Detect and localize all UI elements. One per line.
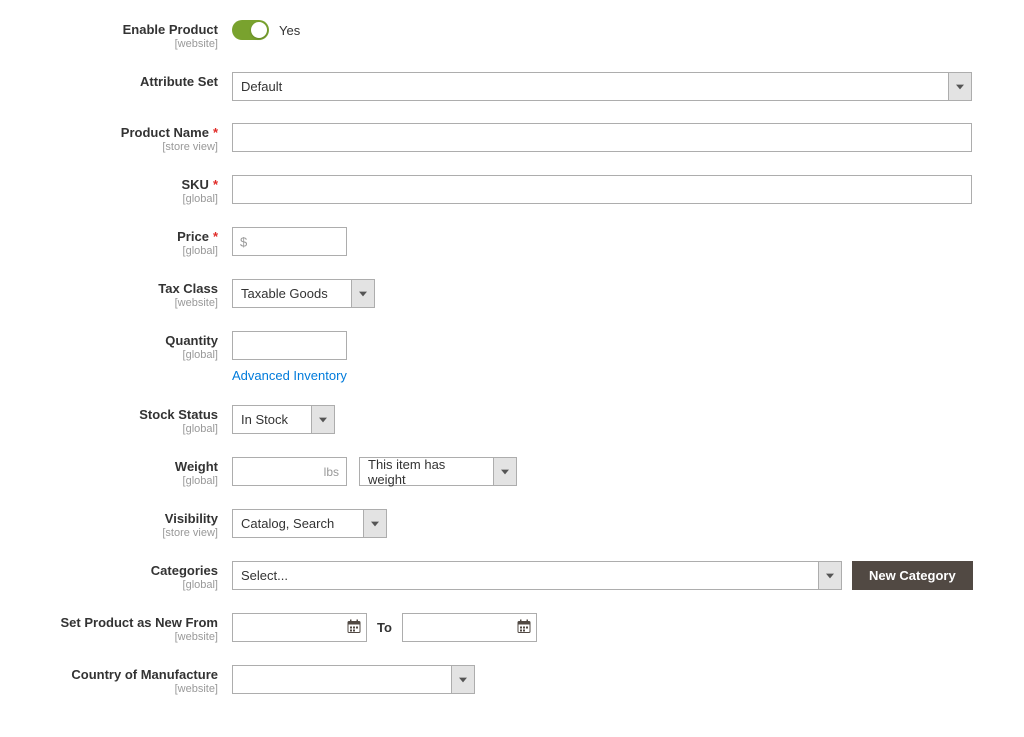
new-category-button[interactable]: New Category [852, 561, 973, 590]
label-text: Quantity [165, 333, 218, 348]
categories-select[interactable]: Select... [232, 561, 842, 590]
stock-status-select[interactable]: In Stock [232, 405, 335, 434]
scope-text: [global] [40, 193, 218, 205]
chevron-down-icon[interactable] [312, 405, 335, 434]
label-quantity: Quantity [global] [40, 331, 232, 361]
scope-text: [website] [40, 38, 218, 50]
label-text: SKU [181, 177, 208, 192]
chevron-down-icon[interactable] [452, 665, 475, 694]
scope-text: [global] [40, 475, 218, 487]
weight-unit: lbs [324, 465, 339, 479]
label-weight: Weight [global] [40, 457, 232, 487]
visibility-value: Catalog, Search [232, 509, 364, 538]
label-text: Visibility [165, 511, 218, 526]
tax-class-value: Taxable Goods [232, 279, 352, 308]
label-country: Country of Manufacture [website] [40, 665, 232, 695]
label-text: Country of Manufacture [71, 667, 218, 682]
label-stock-status: Stock Status [global] [40, 405, 232, 435]
attribute-set-select[interactable]: Default [232, 72, 972, 101]
label-text: Stock Status [139, 407, 218, 422]
scope-text: [store view] [40, 141, 218, 153]
label-visibility: Visibility [store view] [40, 509, 232, 539]
weight-option-value: This item has weight [359, 457, 494, 486]
tax-class-select[interactable]: Taxable Goods [232, 279, 375, 308]
toggle-knob [251, 22, 267, 38]
price-input[interactable] [232, 227, 347, 256]
label-product-name: Product Name * [store view] [40, 123, 232, 153]
chevron-down-icon[interactable] [494, 457, 517, 486]
attribute-set-value: Default [232, 72, 949, 101]
visibility-select[interactable]: Catalog, Search [232, 509, 387, 538]
chevron-down-icon[interactable] [819, 561, 842, 590]
stock-status-value: In Stock [232, 405, 312, 434]
currency-symbol: $ [240, 234, 247, 249]
label-text: Weight [175, 459, 218, 474]
scope-text: [global] [40, 579, 218, 591]
country-select[interactable] [232, 665, 475, 694]
label-text: Attribute Set [140, 74, 218, 89]
weight-option-select[interactable]: This item has weight [359, 457, 517, 486]
calendar-icon[interactable] [347, 619, 361, 636]
label-enable-product: Enable Product [website] [40, 20, 232, 50]
label-sku: SKU * [global] [40, 175, 232, 205]
scope-text: [store view] [40, 527, 218, 539]
categories-value: Select... [232, 561, 819, 590]
scope-text: [global] [40, 349, 218, 361]
label-text: Product Name [121, 125, 209, 140]
enable-product-value: Yes [279, 23, 300, 38]
label-attribute-set: Attribute Set [40, 72, 232, 89]
label-tax-class: Tax Class [website] [40, 279, 232, 309]
label-new-from: Set Product as New From [website] [40, 613, 232, 643]
label-text: Categories [151, 563, 218, 578]
chevron-down-icon[interactable] [364, 509, 387, 538]
quantity-input[interactable] [232, 331, 347, 360]
to-label: To [377, 620, 392, 635]
required-asterisk: * [213, 229, 218, 244]
chevron-down-icon[interactable] [352, 279, 375, 308]
scope-text: [website] [40, 297, 218, 309]
chevron-down-icon[interactable] [949, 72, 972, 101]
scope-text: [global] [40, 245, 218, 257]
label-categories: Categories [global] [40, 561, 232, 591]
label-text: Enable Product [123, 22, 218, 37]
country-value [232, 665, 452, 694]
calendar-icon[interactable] [517, 619, 531, 636]
advanced-inventory-link[interactable]: Advanced Inventory [232, 368, 347, 383]
label-text: Set Product as New From [61, 615, 218, 630]
product-name-input[interactable] [232, 123, 972, 152]
scope-text: [website] [40, 683, 218, 695]
enable-product-toggle[interactable] [232, 20, 269, 40]
required-asterisk: * [213, 177, 218, 192]
scope-text: [website] [40, 631, 218, 643]
required-asterisk: * [213, 125, 218, 140]
label-text: Price [177, 229, 209, 244]
label-text: Tax Class [158, 281, 218, 296]
scope-text: [global] [40, 423, 218, 435]
sku-input[interactable] [232, 175, 972, 204]
label-price: Price * [global] [40, 227, 232, 257]
